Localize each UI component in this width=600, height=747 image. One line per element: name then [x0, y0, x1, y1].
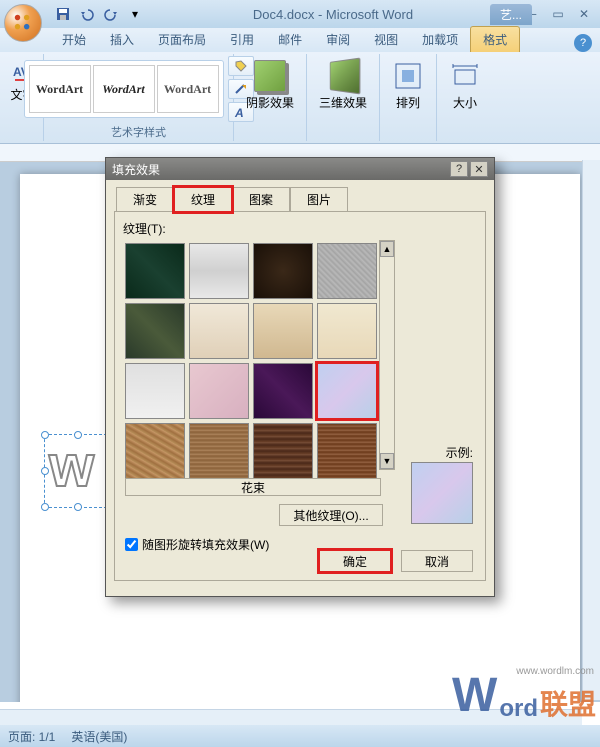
contextual-tab-label[interactable]: 艺...: [490, 4, 532, 25]
size-label: 大小: [453, 94, 477, 111]
tab-insert[interactable]: 插入: [98, 27, 146, 52]
ribbon-group-size: 大小: [437, 54, 493, 141]
qat-dropdown-icon[interactable]: ▾: [124, 3, 146, 25]
watermark-w: W: [452, 668, 497, 723]
texture-label: 纹理(T):: [123, 220, 477, 237]
texture-scrollbar[interactable]: ▲ ▼: [379, 240, 395, 470]
texture-swatch[interactable]: [189, 303, 249, 359]
texture-swatch[interactable]: [253, 243, 313, 299]
3d-effect-button[interactable]: 三维效果: [313, 56, 373, 115]
texture-swatch[interactable]: [317, 243, 377, 299]
dialog-help-button[interactable]: ?: [450, 161, 468, 177]
texture-grid: [123, 241, 477, 481]
redo-icon[interactable]: [100, 3, 122, 25]
ribbon: AV 文字 WordArt WordArt WordArt A 艺术字样式: [0, 52, 600, 144]
ribbon-group-style: WordArt WordArt WordArt A 艺术字样式: [44, 54, 234, 141]
ribbon-group-arrange: 排列: [380, 54, 437, 141]
tab-layout[interactable]: 页面布局: [146, 27, 218, 52]
resize-handle[interactable]: [41, 431, 49, 439]
wordart-style-3[interactable]: WordArt: [157, 65, 219, 113]
restore-button[interactable]: ▭: [546, 5, 570, 23]
ribbon-group-shadow: 阴影效果: [234, 54, 307, 141]
wordart-letter: w: [49, 433, 94, 500]
rotate-checkbox-input[interactable]: [125, 538, 138, 551]
rotate-checkbox-label: 随图形旋转填充效果(W): [142, 536, 269, 553]
language-status[interactable]: 英语(美国): [71, 728, 127, 745]
size-button[interactable]: 大小: [443, 56, 487, 115]
texture-swatch-selected[interactable]: [317, 363, 377, 419]
style-group-label: 艺术字样式: [111, 124, 166, 140]
texture-swatch[interactable]: [189, 363, 249, 419]
ribbon-tabs: 开始 插入 页面布局 引用 邮件 审阅 视图 加载项 格式 ?: [0, 28, 600, 52]
dialog-titlebar[interactable]: 填充效果 ? ✕: [106, 158, 494, 180]
close-button[interactable]: ✕: [572, 5, 596, 23]
tab-view[interactable]: 视图: [362, 27, 410, 52]
wordart-style-2[interactable]: WordArt: [93, 65, 155, 113]
ok-button[interactable]: 确定: [319, 550, 391, 572]
save-icon[interactable]: [52, 3, 74, 25]
window-title: Doc4.docx - Microsoft Word: [146, 7, 520, 22]
dialog-close-button[interactable]: ✕: [470, 161, 488, 177]
tab-addin[interactable]: 加载项: [410, 27, 470, 52]
texture-swatch[interactable]: [317, 423, 377, 479]
arrange-label: 排列: [396, 94, 420, 111]
tab-mail[interactable]: 邮件: [266, 27, 314, 52]
texture-swatch[interactable]: [189, 243, 249, 299]
texture-swatch[interactable]: [125, 303, 185, 359]
3d-label: 三维效果: [319, 94, 367, 111]
vertical-scrollbar[interactable]: [582, 160, 600, 700]
fill-effects-dialog: 填充效果 ? ✕ 渐变 纹理 图案 图片 纹理(T):: [105, 157, 495, 597]
shadow-effect-button[interactable]: 阴影效果: [240, 56, 300, 115]
texture-swatch[interactable]: [125, 363, 185, 419]
tab-format[interactable]: 格式: [470, 26, 520, 52]
tab-gradient[interactable]: 渐变: [116, 187, 174, 212]
scroll-down-icon[interactable]: ▼: [380, 453, 394, 469]
undo-icon[interactable]: [76, 3, 98, 25]
tab-pattern[interactable]: 图案: [232, 187, 290, 212]
page-status: 页面: 1/1: [8, 728, 55, 745]
help-icon[interactable]: ?: [574, 34, 592, 52]
wordart-gallery[interactable]: WordArt WordArt WordArt: [24, 60, 224, 118]
quick-access-toolbar: ▾: [52, 3, 146, 25]
tab-picture[interactable]: 图片: [290, 187, 348, 212]
resize-handle[interactable]: [74, 431, 82, 439]
tab-texture[interactable]: 纹理: [174, 187, 232, 212]
texture-swatch[interactable]: [253, 363, 313, 419]
other-texture-button[interactable]: 其他纹理(O)...: [279, 504, 383, 526]
statusbar: 页面: 1/1 英语(美国): [0, 725, 600, 747]
rotate-checkbox[interactable]: 随图形旋转填充效果(W): [125, 536, 269, 553]
texture-swatch[interactable]: [189, 423, 249, 479]
titlebar: ▾ Doc4.docx - Microsoft Word 艺... ─ ▭ ✕: [0, 0, 600, 28]
dialog-tabs: 渐变 纹理 图案 图片: [106, 180, 494, 211]
dialog-title: 填充效果: [112, 161, 160, 178]
sample-preview: [411, 462, 473, 524]
texture-swatch[interactable]: [125, 423, 185, 479]
wordart-style-1[interactable]: WordArt: [29, 65, 91, 113]
resize-handle[interactable]: [41, 503, 49, 511]
texture-name: 花束: [125, 478, 381, 496]
watermark-cn: 联盟: [540, 683, 596, 723]
watermark: www.wordlm.com W ord 联盟: [452, 668, 596, 723]
shadow-label: 阴影效果: [246, 94, 294, 111]
cancel-button[interactable]: 取消: [401, 550, 473, 572]
tab-ref[interactable]: 引用: [218, 27, 266, 52]
watermark-url: www.wordlm.com: [516, 666, 594, 677]
texture-swatch[interactable]: [253, 303, 313, 359]
tab-review[interactable]: 审阅: [314, 27, 362, 52]
scroll-up-icon[interactable]: ▲: [380, 241, 394, 257]
texture-swatch[interactable]: [253, 423, 313, 479]
texture-swatch[interactable]: [125, 243, 185, 299]
watermark-ord: ord: [499, 695, 538, 723]
ribbon-group-3d: 三维效果: [307, 54, 380, 141]
sample-label: 示例:: [446, 444, 473, 461]
resize-handle[interactable]: [74, 503, 82, 511]
dialog-body: 纹理(T): ▲ ▼: [114, 211, 486, 581]
tab-start[interactable]: 开始: [50, 27, 98, 52]
texture-swatch[interactable]: [317, 303, 377, 359]
wordart-object[interactable]: w: [44, 434, 112, 508]
office-button[interactable]: [4, 4, 42, 42]
arrange-button[interactable]: 排列: [386, 56, 430, 115]
resize-handle[interactable]: [41, 467, 49, 475]
